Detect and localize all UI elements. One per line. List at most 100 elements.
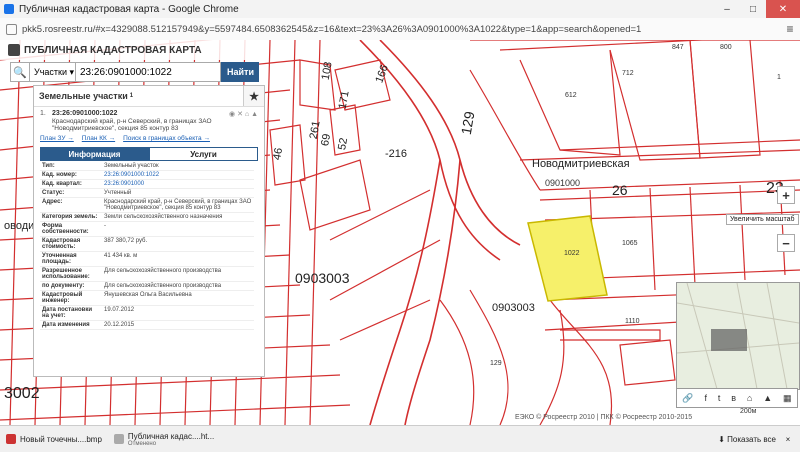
property-row: Категория земель: Земли сельскохозяйствен… <box>40 212 254 222</box>
layers-icon[interactable]: ▦ <box>783 393 792 404</box>
property-key: Уточненная площадь: <box>40 251 102 267</box>
tab-info[interactable]: Информация <box>40 147 149 161</box>
property-value[interactable]: 23:26:0901000 <box>102 179 254 189</box>
properties-table: Тип: Земельный участок Кад. номер: 23:26:09… <box>40 162 254 330</box>
close-downloads-button[interactable]: × <box>782 435 794 444</box>
download-item-2[interactable]: Публичная кадас....ht... Отменено <box>108 429 220 449</box>
search-in-bounds-link[interactable]: Поиск в границах объекта → <box>123 135 210 142</box>
link-icon[interactable]: 🔗 <box>682 393 693 404</box>
window-titlebar: Публичная кадастровая карта - Google Chr… <box>0 0 800 19</box>
property-row: Кадастровый инженер: Янушевская Ольга Вас… <box>40 290 254 306</box>
property-key: Форма собственности: <box>40 221 102 237</box>
property-row: Кадастровая стоимость: 387 380,72 руб. <box>40 236 254 252</box>
selected-parcel[interactable] <box>527 215 608 302</box>
property-row: Форма собственности: - <box>40 221 254 237</box>
map-label-quarter-num: 26 <box>612 182 628 198</box>
close-window-button[interactable]: ✕ <box>766 0 800 18</box>
parcel-label-800: 800 <box>720 44 732 51</box>
property-key: Разрешенное использование: <box>40 266 102 282</box>
property-key: Дата изменения <box>40 320 102 330</box>
minimap-viewport[interactable] <box>711 329 747 351</box>
search-icon[interactable]: 🔍 <box>10 62 30 82</box>
results-header: Земельные участки 1 ★ <box>34 86 264 107</box>
property-value: 20.12.2015 <box>102 320 254 330</box>
property-value: 41 434 кв. м <box>102 251 254 267</box>
map-label-left-quarter: 0903003 <box>295 270 350 286</box>
property-row: Кад. квартал: 23:26:0901000 <box>40 179 254 189</box>
property-row: Статус: Учтенный <box>40 188 254 198</box>
parcel-label-847: 847 <box>672 44 684 51</box>
parcel-label-1: 1 <box>777 74 781 81</box>
facebook-icon[interactable]: f <box>705 393 708 403</box>
property-value: 387 380,72 руб. <box>102 236 254 252</box>
property-value: Для сельскохозяйственного производства <box>102 266 254 282</box>
maximize-button[interactable]: □ <box>740 0 766 18</box>
result-item-actions-icon[interactable]: ◉ ✕ ⌂ ▲ <box>229 110 258 118</box>
property-key: по документу: <box>40 281 102 291</box>
rosreestr-favicon-icon <box>4 4 14 14</box>
address-bar[interactable]: pkk5.rosreestr.ru/#x=4329088.512157949&y… <box>0 18 800 41</box>
result-item-id[interactable]: 23:26:0901000:1022 <box>52 110 229 118</box>
menu-icon[interactable]: ≡ <box>780 22 800 36</box>
parcel-label-1110: 1110 <box>625 318 640 325</box>
search-type-select[interactable]: Участки ▾ <box>30 62 76 82</box>
search-button[interactable]: Найти <box>221 62 259 82</box>
zoom-tooltip: Увеличить масштаб <box>726 214 799 225</box>
property-key: Кадастровый инженер: <box>40 290 102 306</box>
property-value: - <box>102 221 254 237</box>
map-label-3002: 3002 <box>4 385 40 402</box>
zoom-out-button[interactable]: − <box>777 234 795 252</box>
info-tabs: Информация Услуги <box>40 147 258 161</box>
arrow-up-icon[interactable]: ▲ <box>763 393 772 403</box>
zoom-in-button[interactable]: + <box>777 186 795 204</box>
vk-icon[interactable]: в <box>731 393 736 403</box>
results-count: 1 <box>129 93 134 99</box>
property-row: Разрешенное использование: Для сельскохоз… <box>40 266 254 282</box>
map-label-obo: оводи <box>4 220 35 232</box>
plan-kk-link[interactable]: План КК → <box>82 135 115 142</box>
property-key: Категория земель: <box>40 212 102 222</box>
plan-zu-link[interactable]: План ЗУ → <box>40 135 74 142</box>
property-row: Тип: Земельный участок <box>40 162 254 171</box>
property-value: 19.07.2012 <box>102 305 254 321</box>
property-row: по документу: Для сельскохозяйственного п… <box>40 281 254 291</box>
property-key: Дата постановки на учет: <box>40 305 102 321</box>
property-row: Дата постановки на учет: 19.07.2012 <box>40 305 254 321</box>
window-title: Публичная кадастровая карта - Google Chr… <box>19 3 239 15</box>
property-value: Земельный участок <box>102 162 254 171</box>
star-icon[interactable]: ★ <box>243 86 264 106</box>
home-icon[interactable]: ⌂ <box>747 393 752 403</box>
overview-minimap[interactable] <box>676 282 800 390</box>
show-all-downloads[interactable]: ⬇ Показать все × <box>718 435 800 444</box>
twitter-icon[interactable]: t <box>718 393 721 403</box>
download-item-2-status: Отменено <box>127 440 157 447</box>
map-label-settlement: Новодмитриевская <box>532 158 630 170</box>
app-title: ПУБЛИЧНАЯ КАДАСТРОВАЯ КАРТА <box>24 44 202 56</box>
download-arrow-icon: ⬇ <box>718 434 728 444</box>
property-key: Кад. номер: <box>40 170 102 180</box>
search-input[interactable] <box>76 62 221 82</box>
result-item[interactable]: 1. 23:26:0901000:1022 ◉ ✕ ⌂ ▲ Краснодарс… <box>34 107 264 145</box>
map-copyright: ЕЭКО © Росреестр 2010 | ПКК © Росреестр … <box>515 414 693 421</box>
property-key: Адрес: <box>40 197 102 213</box>
download-item-1-name: Новый точечны....bmp <box>20 434 102 444</box>
result-item-address: Краснодарский край, р-н Северский, в гра… <box>52 118 212 132</box>
parcel-label-712: 712 <box>622 70 634 77</box>
results-header-title: Земельные участки <box>39 91 128 101</box>
property-row: Дата изменения 20.12.2015 <box>40 320 254 330</box>
property-key: Тип: <box>40 162 102 171</box>
url-text[interactable]: pkk5.rosreestr.ru/#x=4329088.512157949&y… <box>22 24 780 35</box>
download-item-1[interactable]: Новый точечны....bmp <box>0 429 108 449</box>
property-value[interactable]: 23:26:0901000:1022 <box>102 170 254 180</box>
parcel-label-selected: 1022 <box>564 250 580 257</box>
minimize-button[interactable]: ‒ <box>714 0 740 18</box>
map-label-quarter-top: 0901000 <box>545 178 581 188</box>
app-header: ПУБЛИЧНАЯ КАДАСТРОВАЯ КАРТА <box>0 40 262 60</box>
property-value: Янушевская Ольга Васильевна <box>102 290 254 306</box>
property-key: Кад. квартал: <box>40 179 102 189</box>
downloads-bar: Новый точечны....bmp Публичная кадас....… <box>0 425 800 452</box>
download-item-2-name: Публичная кадас....ht... <box>127 431 215 441</box>
tab-services[interactable]: Услуги <box>149 147 258 161</box>
page-info-icon[interactable] <box>6 23 17 35</box>
scale-bar: 200м <box>740 408 757 415</box>
